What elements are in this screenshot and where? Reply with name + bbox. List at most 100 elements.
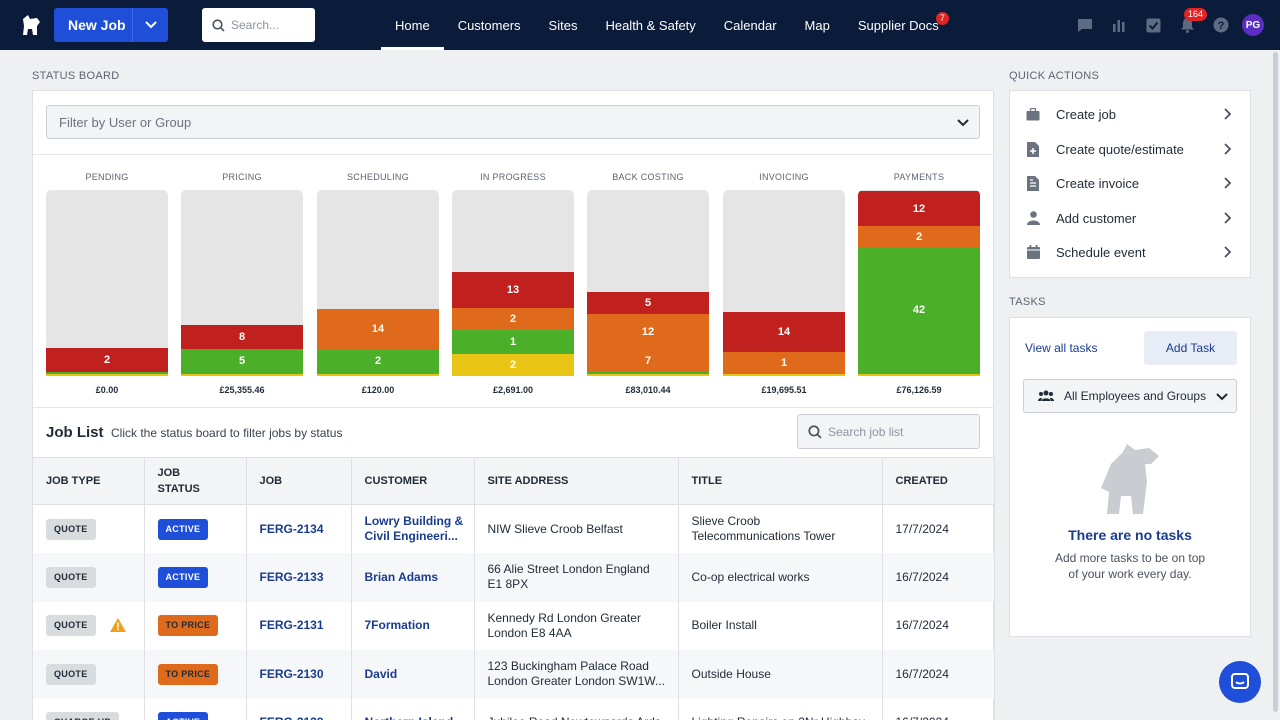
status-segment-strip[interactable] bbox=[181, 372, 303, 374]
status-segment-strip[interactable] bbox=[317, 374, 439, 376]
status-column-back-costing[interactable]: 7 12 5 bbox=[587, 190, 709, 376]
status-column-pending[interactable]: 2 bbox=[46, 190, 168, 376]
status-column-pricing[interactable]: 58 bbox=[181, 190, 303, 376]
status-column-in-progress[interactable]: 2 1 2 13 bbox=[452, 190, 574, 376]
user-avatar[interactable]: PG bbox=[1242, 14, 1264, 36]
status-column-payments[interactable]: 42 2 12 bbox=[858, 190, 980, 376]
status-segment-strip[interactable] bbox=[181, 374, 303, 376]
column-header-site-address[interactable]: SITE ADDRESS bbox=[474, 457, 679, 505]
status-segment[interactable]: 2 bbox=[452, 354, 574, 376]
view-all-tasks-link[interactable]: View all tasks bbox=[1025, 341, 1097, 355]
nav-calendar-label: Calendar bbox=[723, 17, 777, 33]
employees-groups-select[interactable]: All Employees and Groups bbox=[1023, 379, 1237, 413]
help-icon[interactable]: ? bbox=[1204, 0, 1238, 50]
nav-calendar[interactable]: Calendar bbox=[710, 0, 791, 50]
status-segment[interactable]: 14 bbox=[723, 312, 845, 352]
job-status-badge: ACTIVE bbox=[157, 518, 209, 540]
job-number-link[interactable]: FERG-2130 bbox=[260, 667, 324, 681]
status-segment[interactable]: 42 bbox=[858, 248, 980, 372]
site-address-text: 66 Alie Street London England E1 8PX bbox=[487, 562, 650, 592]
column-header-job-type[interactable]: JOB TYPE bbox=[33, 457, 145, 505]
nav-map[interactable]: Map bbox=[791, 0, 844, 50]
job-number-link[interactable]: FERG-2129 bbox=[260, 715, 324, 720]
quick-actions-title: QUICK ACTIONS bbox=[1009, 70, 1100, 82]
status-segment[interactable]: 1 bbox=[723, 352, 845, 374]
new-job-label[interactable]: New Job bbox=[54, 17, 132, 33]
column-header-title[interactable]: TITLE bbox=[678, 457, 883, 505]
status-segment-strip[interactable] bbox=[858, 374, 980, 376]
status-segment-strip[interactable] bbox=[46, 372, 168, 374]
status-segment-strip[interactable] bbox=[858, 372, 980, 374]
customer-link[interactable]: David bbox=[365, 667, 465, 682]
job-type-badge: QUOTE bbox=[46, 518, 96, 540]
quick-action-create-job[interactable]: Create job bbox=[1010, 97, 1250, 132]
table-row[interactable]: CHARGE UP ACTIVE FERG-2129 Northern Island J… bbox=[33, 698, 995, 720]
divider bbox=[33, 407, 993, 408]
reports-chart-icon[interactable] bbox=[1102, 0, 1136, 50]
status-segment-strip[interactable] bbox=[587, 372, 709, 374]
nav-health-safety[interactable]: Health & Safety bbox=[591, 0, 709, 50]
page-scrollbar[interactable] bbox=[1273, 52, 1278, 712]
nav-home[interactable]: Home bbox=[381, 0, 444, 50]
status-segment-strip[interactable] bbox=[46, 374, 168, 376]
nav-customers[interactable]: Customers bbox=[444, 0, 535, 50]
app-logo-icon[interactable] bbox=[14, 10, 48, 40]
status-segment[interactable]: 12 bbox=[858, 191, 980, 226]
customer-link[interactable]: Brian Adams bbox=[365, 570, 465, 585]
filter-user-group-select[interactable]: Filter by User or Group bbox=[46, 105, 980, 139]
global-search-input[interactable]: Search... bbox=[202, 8, 315, 42]
column-header-job[interactable]: JOB bbox=[246, 457, 352, 505]
tasks-checkbox-icon[interactable] bbox=[1136, 0, 1170, 50]
notifications-bell-icon[interactable]: 164 bbox=[1170, 0, 1208, 50]
job-number-link[interactable]: FERG-2134 bbox=[260, 522, 324, 536]
column-header-job-status-label: JOB STATUS bbox=[157, 467, 200, 495]
job-number-link[interactable]: FERG-2133 bbox=[260, 570, 324, 584]
column-header-job-status[interactable]: JOB STATUS bbox=[144, 457, 247, 505]
status-segment[interactable]: 2 bbox=[452, 308, 574, 330]
status-segment[interactable]: 5 bbox=[587, 292, 709, 314]
new-job-button[interactable]: New Job bbox=[54, 8, 168, 42]
status-segment[interactable]: 2 bbox=[858, 226, 980, 248]
column-header-customer[interactable]: CUSTOMER bbox=[351, 457, 475, 505]
status-column-invoicing[interactable]: 1 14 bbox=[723, 190, 845, 376]
status-segment[interactable]: 14 bbox=[317, 309, 439, 349]
quick-action-add-customer[interactable]: Add customer bbox=[1010, 201, 1250, 236]
status-segment-strip[interactable] bbox=[723, 374, 845, 376]
status-segment[interactable]: 8 bbox=[181, 325, 303, 349]
support-chat-button[interactable] bbox=[1219, 661, 1261, 703]
quick-action-label: Schedule event bbox=[1056, 244, 1146, 260]
table-row[interactable]: QUOTE ACTIVE FERG-2134 Lowry Building & Civ… bbox=[33, 504, 995, 553]
nav-supplier-docs[interactable]: Supplier Docs 7 bbox=[844, 0, 953, 50]
quick-action-create-invoice[interactable]: Create invoice bbox=[1010, 166, 1250, 201]
calendar-icon bbox=[1010, 245, 1056, 260]
status-segment[interactable]: 13 bbox=[452, 272, 574, 308]
status-segment[interactable]: 5 bbox=[181, 349, 303, 372]
table-row[interactable]: QUOTE TO PRICE FERG-2130 David 123 Buckingha… bbox=[33, 650, 995, 699]
table-row[interactable]: QUOTE ACTIVE FERG-2133 Brian Adams 66 Alie S… bbox=[33, 553, 995, 602]
chat-icon[interactable] bbox=[1068, 0, 1102, 50]
job-status-badge: TO PRICE bbox=[157, 615, 219, 637]
column-header-created[interactable]: CREATED bbox=[882, 457, 995, 505]
status-column-scheduling[interactable]: 2 14 bbox=[317, 190, 439, 376]
status-segment-strip[interactable] bbox=[587, 374, 709, 376]
status-segment[interactable]: 1 bbox=[452, 330, 574, 354]
customer-link[interactable]: 7Formation bbox=[365, 618, 465, 633]
customer-link[interactable]: Lowry Building & Civil Engineeri... bbox=[365, 514, 465, 544]
status-segment[interactable]: 7 bbox=[587, 350, 709, 372]
customer-link[interactable]: Northern Island bbox=[365, 715, 465, 720]
status-column-amount-pricing: £25,355.46 bbox=[219, 385, 265, 395]
new-job-dropdown-chevron-icon[interactable] bbox=[133, 21, 168, 29]
job-number-link[interactable]: FERG-2131 bbox=[260, 618, 324, 632]
status-column-amount-pending: £0.00 bbox=[95, 385, 119, 395]
nav-sites[interactable]: Sites bbox=[535, 0, 592, 50]
add-task-button[interactable]: Add Task bbox=[1144, 331, 1237, 365]
job-list-search-input[interactable]: Search job list bbox=[797, 414, 980, 449]
status-segment-strip[interactable] bbox=[317, 372, 439, 374]
status-segment[interactable]: 12 bbox=[587, 314, 709, 350]
quick-action-schedule-event[interactable]: Schedule event bbox=[1010, 235, 1250, 270]
status-segment[interactable]: 2 bbox=[46, 348, 168, 372]
table-row[interactable]: QUOTE TO PRICE FERG-2131 7Formation Kennedy … bbox=[33, 601, 995, 650]
status-segment[interactable]: 2 bbox=[317, 349, 439, 372]
cell-job: FERG-2134 bbox=[246, 504, 352, 553]
quick-action-create-quote-estimate[interactable]: Create quote/estimate bbox=[1010, 132, 1250, 167]
